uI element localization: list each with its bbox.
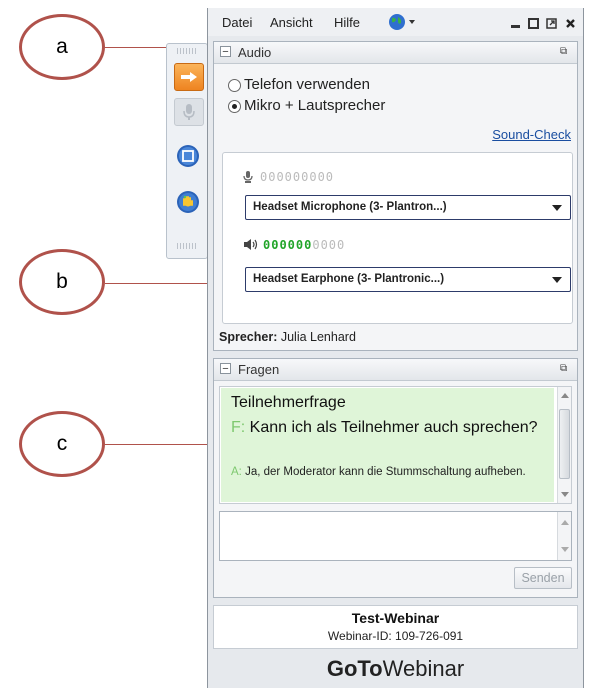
callout-c: c xyxy=(19,411,105,477)
speaker-level-unlit: 0000 xyxy=(312,238,346,252)
answer-prefix: A: xyxy=(231,466,242,478)
radio-phone-label[interactable]: Telefon verwenden xyxy=(244,76,370,93)
audio-panel-title: Audio xyxy=(238,45,272,60)
microphone-icon xyxy=(243,171,253,183)
question-input-box[interactable] xyxy=(219,511,572,561)
menu-hilfe[interactable]: Hilfe xyxy=(334,15,360,30)
microphone-select-value: Headset Microphone (3- Plantron...) xyxy=(253,201,447,213)
undock-icon xyxy=(546,18,557,29)
radio-phone[interactable] xyxy=(228,79,241,92)
questions-panel-title: Fragen xyxy=(238,362,280,377)
webinar-name: Test-Webinar xyxy=(351,610,440,626)
minimize-icon xyxy=(511,25,520,28)
show-panel-button[interactable] xyxy=(174,63,204,91)
maximize-icon xyxy=(528,18,539,29)
questions-log: Teilnehmerfrage F: Kann ich als Teilnehm… xyxy=(219,386,572,504)
menu-bar: Datei Ansicht Hilfe xyxy=(208,8,583,36)
webinar-id: Webinar-ID: 109-726-091 xyxy=(327,629,464,643)
undock-icon: ⧉ xyxy=(560,363,568,374)
stop-screen-icon xyxy=(177,145,199,167)
microphone-icon xyxy=(183,104,195,120)
send-button[interactable]: Senden xyxy=(514,567,572,589)
close-icon xyxy=(566,19,575,28)
sound-check-link[interactable]: Sound-Check xyxy=(492,127,571,142)
collapse-audio-button[interactable]: − xyxy=(220,46,231,58)
close-button[interactable] xyxy=(565,16,576,28)
scrollbar-thumb[interactable] xyxy=(559,409,570,479)
answer-text: Ja, der Moderator kann die Stummschaltun… xyxy=(245,466,526,478)
question-text: Kann ich als Teilnehmer auch sprechen? xyxy=(249,419,538,436)
speaker-level-lit: 000000 xyxy=(263,238,313,252)
webinar-info-box: Test-Webinar Webinar-ID: 109-726-091 xyxy=(213,605,578,649)
chevron-down-icon xyxy=(409,20,415,24)
arrow-right-icon xyxy=(181,72,197,82)
callout-b: b xyxy=(19,249,105,315)
speaker-icon xyxy=(244,239,258,250)
gotowebinar-window: Datei Ansicht Hilfe − Audio ⧉ Telefon ve… xyxy=(207,8,584,688)
floating-toolbar xyxy=(166,43,208,259)
brand-logo-light: Webinar xyxy=(382,656,465,681)
current-speaker-name: Julia Lenhard xyxy=(280,330,356,344)
answer-text-block: A: Ja, der Moderator kann die Stummschal… xyxy=(231,466,531,479)
scroll-down-icon[interactable] xyxy=(561,547,569,552)
callout-a: a xyxy=(19,14,105,80)
audio-panel-header: − Audio ⧉ xyxy=(214,42,577,64)
dropdown-arrow-icon xyxy=(552,205,562,211)
brand-logo: GoToWebinar xyxy=(208,654,583,688)
scroll-up-icon[interactable] xyxy=(561,393,569,398)
audio-panel: − Audio ⧉ Telefon verwenden Mikro + Laut… xyxy=(213,41,578,351)
minimize-button[interactable] xyxy=(510,16,521,28)
raise-hand-button[interactable] xyxy=(174,189,202,215)
raise-hand-icon xyxy=(177,191,199,213)
brand-logo-bold: GoTo xyxy=(326,656,383,681)
globe-icon xyxy=(389,14,405,30)
undock-audio-button[interactable]: ⧉ xyxy=(560,46,571,57)
callout-c-label: c xyxy=(56,432,68,455)
callout-b-label: b xyxy=(56,270,68,293)
send-button-label: Senden xyxy=(521,571,565,585)
undock-window-button[interactable] xyxy=(546,16,557,29)
toolbar-grip-top[interactable] xyxy=(177,48,197,54)
menu-datei[interactable]: Datei xyxy=(222,15,252,30)
undock-icon: ⧉ xyxy=(560,46,568,57)
scroll-up-icon[interactable] xyxy=(561,520,569,525)
menu-ansicht[interactable]: Ansicht xyxy=(270,15,313,30)
radio-mic-speakers-label[interactable]: Mikro + Lautsprecher xyxy=(244,97,385,114)
callout-a-label: a xyxy=(56,35,68,58)
device-box: 000000000 Headset Microphone (3- Plantro… xyxy=(222,152,573,324)
microphone-level-meter: 000000000 xyxy=(260,170,334,184)
globe-language-button[interactable] xyxy=(388,13,422,31)
collapse-questions-button[interactable]: − xyxy=(220,363,231,375)
mic-level-unlit: 000000000 xyxy=(260,170,335,184)
speaker-select-value: Headset Earphone (3- Plantronic...) xyxy=(253,273,445,285)
question-input-scrollbar[interactable] xyxy=(557,512,571,560)
question-heading: Teilnehmerfrage xyxy=(231,394,346,411)
questions-log-scrollbar[interactable] xyxy=(557,387,571,503)
dropdown-arrow-icon xyxy=(552,277,562,283)
questions-panel: − Fragen ⧉ Teilnehmerfrage F: Kann ich a… xyxy=(213,358,578,598)
speaker-level-meter: 0000000000 xyxy=(263,238,345,252)
undock-questions-button[interactable]: ⧉ xyxy=(560,363,571,374)
question-prefix: F: xyxy=(231,419,246,436)
current-speaker-label: Sprecher: xyxy=(219,330,278,344)
toolbar-grip-bottom[interactable] xyxy=(177,243,197,249)
screen-sharing-button[interactable] xyxy=(174,143,202,169)
radio-mic-speakers[interactable] xyxy=(228,100,241,113)
microphone-select[interactable]: Headset Microphone (3- Plantron...) xyxy=(245,195,571,220)
scroll-down-icon[interactable] xyxy=(561,492,569,497)
question-text-block: F: Kann ich als Teilnehmer auch sprechen… xyxy=(231,418,551,437)
questions-panel-header: − Fragen ⧉ xyxy=(214,359,577,381)
microphone-button[interactable] xyxy=(174,98,204,126)
callout-a-leader xyxy=(105,47,168,48)
maximize-button[interactable] xyxy=(528,16,539,29)
current-speaker: Sprecher: Julia Lenhard xyxy=(219,330,356,344)
speaker-select[interactable]: Headset Earphone (3- Plantronic...) xyxy=(245,267,571,292)
question-entry[interactable]: Teilnehmerfrage F: Kann ich als Teilnehm… xyxy=(221,388,554,502)
